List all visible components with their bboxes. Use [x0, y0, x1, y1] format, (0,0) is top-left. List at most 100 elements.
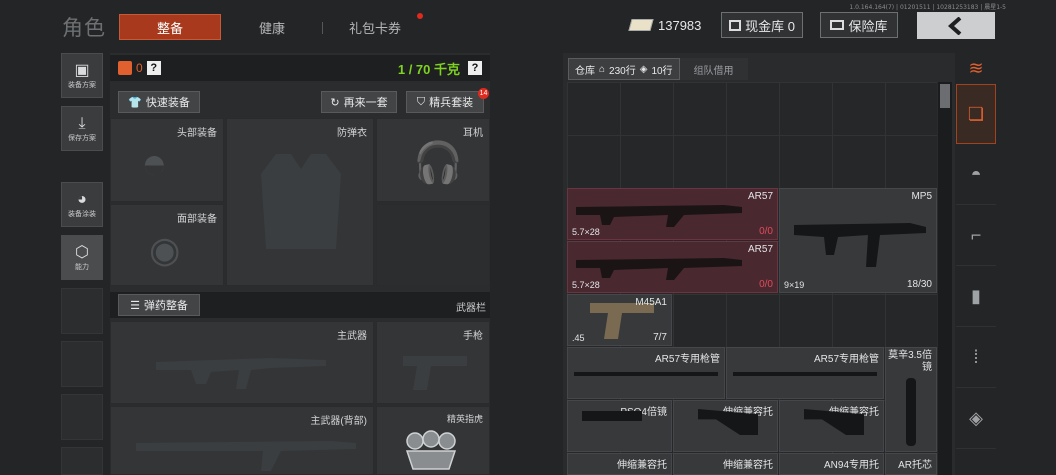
tab-gifts[interactable]: 礼包卡券 [330, 14, 420, 40]
main-weapon-slot[interactable]: 主武器 [110, 321, 374, 404]
category-ammo[interactable]: ⁞ [956, 328, 996, 388]
rifle-icon [136, 441, 356, 471]
item-stock[interactable]: 伸缩兼容托 [673, 453, 778, 475]
help-icon[interactable]: ? [146, 61, 161, 75]
item-m45a1[interactable]: M45A1 .45 7/7 [567, 294, 672, 346]
item-name: AR托芯 [898, 460, 932, 471]
category-weapon[interactable]: ⌐ [956, 206, 996, 266]
slot-label: 防弹衣 [337, 128, 367, 139]
stack-sort-icon[interactable]: ≋ [956, 53, 996, 83]
knuckle-icon [405, 430, 457, 470]
empty-nav-slot [61, 341, 103, 387]
barrel-icon [574, 372, 718, 376]
item-stock[interactable]: 伸缩兼容托 [673, 400, 778, 452]
rows-free: 10行 [651, 65, 673, 77]
scrollbar-thumb[interactable] [940, 84, 950, 108]
category-all[interactable]: ❏ [956, 84, 996, 144]
safe-box-button[interactable]: 保险库 [820, 12, 898, 38]
empty-nav-slot [61, 447, 103, 475]
slot-label: 精英指虎 [446, 414, 483, 424]
slot-label: 头部装备 [177, 128, 217, 139]
nav-paint[interactable]: ◕ 装备涂装 [61, 182, 103, 227]
version-text: 1.0.164.164(7) | 01201511 | 10281253183 … [849, 4, 1006, 11]
quick-equip-button[interactable]: 👕 快速装备 [118, 91, 200, 113]
item-an94-stock[interactable]: AN94专用托 [779, 453, 884, 475]
help-icon[interactable]: ? [468, 61, 482, 75]
item-ar57[interactable]: AR57 5.7×28 0/0 [567, 188, 778, 240]
item-barrel[interactable]: AR57专用枪管 [726, 347, 884, 399]
vault-icon [729, 19, 742, 31]
chevron-left-icon [948, 16, 962, 35]
item-scope[interactable]: 莫辛3.5倍镜 [885, 347, 937, 452]
item-name: AN94专用托 [823, 460, 879, 471]
rifle-icon [576, 205, 742, 227]
elite-set-label: 精兵套装 [429, 97, 474, 109]
again-set-label: 再来一套 [343, 97, 388, 109]
cash-vault-button[interactable]: 现金库 0 [721, 12, 803, 38]
category-magazine[interactable]: ▮ [956, 267, 996, 327]
money-icon [628, 19, 654, 31]
ammo-equip-button[interactable]: ☰ 弹药整备 [118, 294, 200, 316]
item-count: 18/30 [906, 279, 932, 290]
rows-total: 230行 [609, 65, 636, 77]
item-count: 0/0 [759, 279, 773, 290]
back-button[interactable] [917, 12, 995, 39]
category-helmet[interactable]: ◓ [956, 145, 996, 205]
item-stock[interactable]: 伸缩兼容托 [779, 400, 884, 452]
armor-slot[interactable]: 防弹衣 [226, 118, 374, 286]
item-ar57[interactable]: AR57 5.7×28 0/0 [567, 241, 778, 293]
money-display: 137983 [628, 12, 702, 38]
knuckle-slot[interactable]: 精英指虎 [376, 406, 490, 475]
slot-label: 手枪 [463, 331, 483, 342]
nav-label: 装备涂装 [68, 210, 96, 218]
helmet-icon: ◓ [970, 164, 982, 184]
tab-health[interactable]: 健康 [240, 14, 304, 40]
shield-icon: ⛉ [416, 95, 426, 108]
storage-label: 仓库 [575, 65, 595, 77]
page-title: 角色 [62, 17, 106, 40]
barrel-icon [733, 372, 877, 376]
ammo-icon: ☰ [130, 299, 140, 312]
item-ammo: .45 [572, 333, 585, 343]
rifle-icon [156, 358, 326, 389]
item-name: 莫辛3.5倍镜 [888, 350, 932, 373]
main-weapon-back-slot[interactable]: 主武器(背部) [110, 406, 374, 475]
backpack-icon: ▣ [74, 61, 90, 79]
nav-loadout-plans[interactable]: ▣ 装备方案 [61, 53, 103, 98]
scope-icon [582, 411, 642, 421]
item-pso-scope[interactable]: PSO4倍镜 [567, 400, 672, 452]
warehouse-tabs: 仓库 ⌂ 230行 ◈ 10行 组队借用 [568, 58, 948, 80]
download-icon: ⤓ [78, 114, 86, 132]
item-mp5[interactable]: MP5 9×19 18/30 [779, 188, 937, 293]
ammo-equip-label: 弹药整备 [143, 300, 188, 312]
category-attachment[interactable]: ◈ [956, 389, 996, 449]
rifle-icon: ⌐ [970, 225, 982, 245]
helmet-paint-icon: ◕ [77, 190, 87, 208]
tab-loadout[interactable]: 整备 [119, 14, 221, 40]
empty-slot [376, 204, 490, 286]
again-set-button[interactable]: ↻ 再来一套 [321, 91, 397, 113]
item-name: MP5 [911, 191, 932, 202]
money-amount: 137983 [658, 17, 702, 33]
magazine-icon: ▮ [971, 286, 981, 306]
item-name: AR57 [747, 191, 773, 202]
item-ar-core[interactable]: AR托芯 [885, 453, 937, 475]
warehouse-scrollbar[interactable] [938, 82, 952, 475]
face-slot[interactable]: 面部装备 ◉ [110, 204, 224, 286]
tab-team-borrow[interactable]: 组队借用 [679, 58, 748, 80]
nav-save-plan[interactable]: ⤓ 保存方案 [61, 106, 103, 151]
item-stock[interactable]: 伸缩兼容托 [567, 453, 672, 475]
tab-storage[interactable]: 仓库 ⌂ 230行 ◈ 10行 [568, 58, 680, 80]
head-slot[interactable]: 头部装备 ◓ [110, 118, 224, 202]
notification-dot [417, 13, 423, 19]
attachment-icon: ◈ [969, 408, 983, 428]
smg-icon [794, 223, 926, 267]
slot-label: 耳机 [463, 128, 483, 139]
headset-slot[interactable]: 耳机 🎧 [376, 118, 490, 202]
nav-ability[interactable]: ⬡ 能力 [61, 235, 103, 280]
elite-set-button[interactable]: ⛉ 精兵套装 [406, 91, 484, 113]
item-barrel[interactable]: AR57专用枪管 [567, 347, 725, 399]
pistol-slot[interactable]: 手枪 [376, 321, 490, 404]
armor-value: 0 [136, 61, 143, 75]
item-name: M45A1 [635, 297, 667, 308]
